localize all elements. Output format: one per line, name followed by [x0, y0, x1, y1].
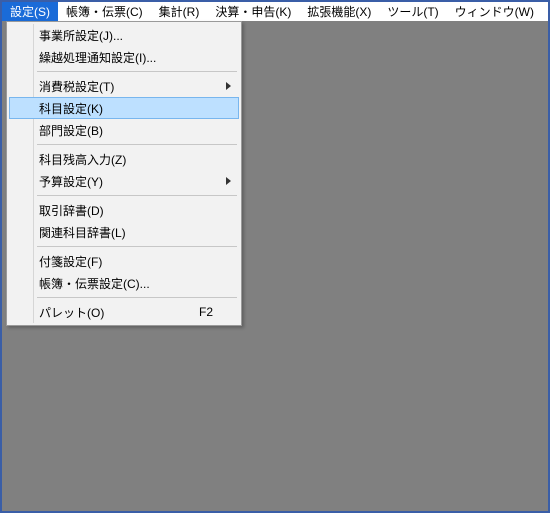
dd-item-related-account-dictionary[interactable]: 関連科目辞書(L)	[9, 221, 239, 243]
menu-ledgers-slips[interactable]: 帳簿・伝票(C)	[58, 2, 151, 21]
dropdown-separator	[37, 195, 237, 196]
app-frame: 設定(S) 帳簿・伝票(C) 集計(R) 決算・申告(K) 拡張機能(X) ツー…	[0, 0, 550, 513]
dd-item-ledger-slip-settings[interactable]: 帳簿・伝票設定(C)...	[9, 272, 239, 294]
dd-item-consumption-tax-settings[interactable]: 消費税設定(T)	[9, 75, 239, 97]
dropdown-separator	[37, 144, 237, 145]
dd-item-label: 付箋設定(F)	[39, 253, 102, 270]
dd-item-label: 科目設定(K)	[39, 100, 103, 117]
dd-item-label: 事業所設定(J)...	[39, 27, 123, 44]
menu-settings[interactable]: 設定(S)	[2, 2, 58, 21]
menu-tools[interactable]: ツール(T)	[379, 2, 446, 21]
dd-item-label: パレット(O)	[39, 304, 104, 321]
chevron-right-icon	[226, 177, 231, 185]
dd-item-account-balance-input[interactable]: 科目残高入力(Z)	[9, 148, 239, 170]
dd-item-label: 科目残高入力(Z)	[39, 151, 126, 168]
menubar: 設定(S) 帳簿・伝票(C) 集計(R) 決算・申告(K) 拡張機能(X) ツー…	[2, 2, 548, 22]
dd-item-label: 関連科目辞書(L)	[39, 224, 126, 241]
menu-closing-filing[interactable]: 決算・申告(K)	[207, 2, 299, 21]
settings-dropdown: 事業所設定(J)... 繰越処理通知設定(I)... 消費税設定(T) 科目設定…	[6, 21, 242, 326]
dd-item-department-settings[interactable]: 部門設定(B)	[9, 119, 239, 141]
dd-item-label: 繰越処理通知設定(I)...	[39, 49, 156, 66]
dd-item-budget-settings[interactable]: 予算設定(Y)	[9, 170, 239, 192]
dd-item-label: 部門設定(B)	[39, 122, 103, 139]
dd-item-label: 予算設定(Y)	[39, 173, 103, 190]
dd-item-office-settings[interactable]: 事業所設定(J)...	[9, 24, 239, 46]
chevron-right-icon	[226, 82, 231, 90]
menu-aggregate[interactable]: 集計(R)	[151, 2, 208, 21]
dropdown-separator	[37, 297, 237, 298]
dd-item-carryover-notify-settings[interactable]: 繰越処理通知設定(I)...	[9, 46, 239, 68]
dropdown-separator	[37, 246, 237, 247]
menu-window[interactable]: ウィンドウ(W)	[447, 2, 542, 21]
dd-item-palette[interactable]: パレット(O) F2	[9, 301, 239, 323]
dd-item-shortcut: F2	[199, 305, 213, 319]
dd-item-label: 帳簿・伝票設定(C)...	[39, 275, 150, 292]
menu-extensions[interactable]: 拡張機能(X)	[299, 2, 379, 21]
dd-item-label: 消費税設定(T)	[39, 78, 114, 95]
dropdown-separator	[37, 71, 237, 72]
dd-item-sticky-note-settings[interactable]: 付箋設定(F)	[9, 250, 239, 272]
dd-item-account-settings[interactable]: 科目設定(K)	[9, 97, 239, 119]
dd-item-transaction-dictionary[interactable]: 取引辞書(D)	[9, 199, 239, 221]
dd-item-label: 取引辞書(D)	[39, 202, 104, 219]
